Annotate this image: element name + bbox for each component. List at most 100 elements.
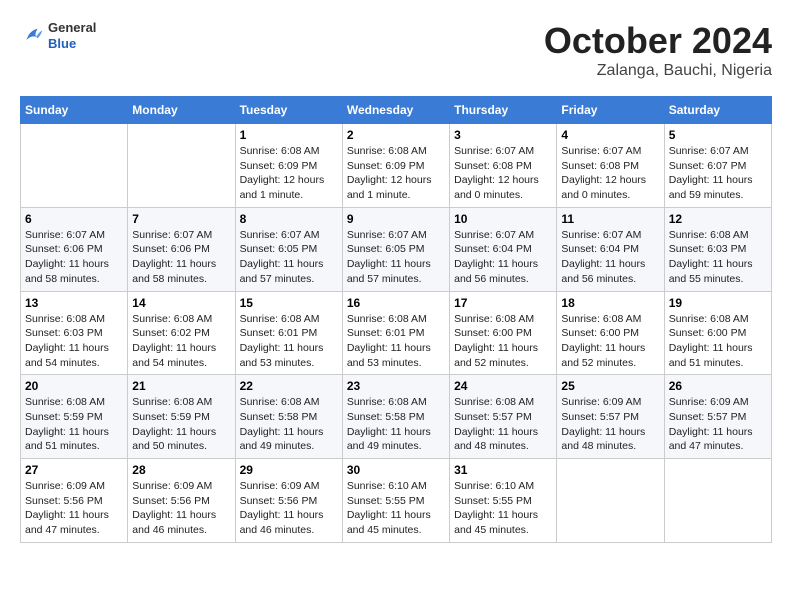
day-number: 11 <box>561 212 659 226</box>
day-number: 14 <box>132 296 230 310</box>
calendar-cell: 19Sunrise: 6:08 AM Sunset: 6:00 PM Dayli… <box>664 291 771 375</box>
calendar-cell <box>664 459 771 543</box>
page-title: October 2024 <box>544 20 772 62</box>
calendar-cell: 27 Sunrise: 6:09 AM Sunset: 5:56 PM Dayli… <box>21 459 128 543</box>
calendar-cell: 11 Sunrise: 6:07 AM Sunset: 6:04 PM Dayli… <box>557 207 664 291</box>
logo-text: General Blue <box>48 20 96 51</box>
calendar-cell: 29Sunrise: 6:09 AM Sunset: 5:56 PM Dayli… <box>235 459 342 543</box>
calendar-cell <box>21 124 128 208</box>
day-detail: Sunrise: 6:08 AM Sunset: 6:00 PM Dayligh… <box>454 312 552 371</box>
day-detail: Sunrise: 6:07 AM Sunset: 6:06 PM Dayligh… <box>132 228 230 287</box>
day-number: 9 <box>347 212 445 226</box>
day-number: 12 <box>669 212 767 226</box>
day-detail: Sunrise: 6:07 AM Sunset: 6:08 PM Dayligh… <box>454 144 552 203</box>
day-number: 23 <box>347 379 445 393</box>
day-detail: Sunrise: 6:08 AM Sunset: 6:00 PM Dayligh… <box>561 312 659 371</box>
calendar-cell: 26Sunrise: 6:09 AM Sunset: 5:57 PM Dayli… <box>664 375 771 459</box>
day-detail: Sunrise: 6:08 AM Sunset: 6:03 PM Dayligh… <box>25 312 123 371</box>
calendar-cell: 10Sunrise: 6:07 AM Sunset: 6:04 PM Dayli… <box>450 207 557 291</box>
calendar-cell: 13 Sunrise: 6:08 AM Sunset: 6:03 PM Dayli… <box>21 291 128 375</box>
calendar-header-row: SundayMondayTuesdayWednesdayThursdayFrid… <box>21 97 772 124</box>
day-detail: Sunrise: 6:07 AM Sunset: 6:05 PM Dayligh… <box>347 228 445 287</box>
day-detail: Sunrise: 6:08 AM Sunset: 5:57 PM Dayligh… <box>454 395 552 454</box>
calendar-cell: 5 Sunrise: 6:07 AM Sunset: 6:07 PM Daylig… <box>664 124 771 208</box>
day-detail: Sunrise: 6:07 AM Sunset: 6:05 PM Dayligh… <box>240 228 338 287</box>
day-number: 30 <box>347 463 445 477</box>
calendar-cell: 30 Sunrise: 6:10 AM Sunset: 5:55 PM Dayli… <box>342 459 449 543</box>
day-detail: Sunrise: 6:08 AM Sunset: 6:01 PM Dayligh… <box>240 312 338 371</box>
page-subtitle: Zalanga, Bauchi, Nigeria <box>544 62 772 80</box>
day-detail: Sunrise: 6:07 AM Sunset: 6:08 PM Dayligh… <box>561 144 659 203</box>
day-number: 4 <box>561 128 659 142</box>
day-detail: Sunrise: 6:08 AM Sunset: 6:09 PM Dayligh… <box>240 144 338 203</box>
logo-general-text: General <box>48 20 96 36</box>
calendar-week-row: 1 Sunrise: 6:08 AM Sunset: 6:09 PM Daylig… <box>21 124 772 208</box>
calendar-week-row: 6 Sunrise: 6:07 AM Sunset: 6:06 PM Daylig… <box>21 207 772 291</box>
day-detail: Sunrise: 6:07 AM Sunset: 6:04 PM Dayligh… <box>561 228 659 287</box>
day-detail: Sunrise: 6:08 AM Sunset: 6:01 PM Dayligh… <box>347 312 445 371</box>
page-header: General Blue October 2024 Zalanga, Bauch… <box>20 20 772 80</box>
day-number: 8 <box>240 212 338 226</box>
day-detail: Sunrise: 6:10 AM Sunset: 5:55 PM Dayligh… <box>454 479 552 538</box>
day-number: 17 <box>454 296 552 310</box>
calendar-cell: 3 Sunrise: 6:07 AM Sunset: 6:08 PM Daylig… <box>450 124 557 208</box>
day-detail: Sunrise: 6:08 AM Sunset: 6:03 PM Dayligh… <box>669 228 767 287</box>
day-number: 27 <box>25 463 123 477</box>
day-number: 16 <box>347 296 445 310</box>
day-number: 6 <box>25 212 123 226</box>
calendar-cell: 24Sunrise: 6:08 AM Sunset: 5:57 PM Dayli… <box>450 375 557 459</box>
day-number: 21 <box>132 379 230 393</box>
day-number: 19 <box>669 296 767 310</box>
calendar-header-saturday: Saturday <box>664 97 771 124</box>
day-number: 5 <box>669 128 767 142</box>
day-number: 28 <box>132 463 230 477</box>
calendar-cell: 12 Sunrise: 6:08 AM Sunset: 6:03 PM Dayli… <box>664 207 771 291</box>
calendar-cell: 1 Sunrise: 6:08 AM Sunset: 6:09 PM Daylig… <box>235 124 342 208</box>
day-number: 7 <box>132 212 230 226</box>
day-detail: Sunrise: 6:09 AM Sunset: 5:56 PM Dayligh… <box>132 479 230 538</box>
day-detail: Sunrise: 6:08 AM Sunset: 6:02 PM Dayligh… <box>132 312 230 371</box>
title-block: October 2024 Zalanga, Bauchi, Nigeria <box>544 20 772 80</box>
calendar-header-monday: Monday <box>128 97 235 124</box>
logo-blue-text: Blue <box>48 36 96 52</box>
day-number: 29 <box>240 463 338 477</box>
day-number: 25 <box>561 379 659 393</box>
calendar-cell: 9 Sunrise: 6:07 AM Sunset: 6:05 PM Daylig… <box>342 207 449 291</box>
calendar-cell: 23 Sunrise: 6:08 AM Sunset: 5:58 PM Dayli… <box>342 375 449 459</box>
day-number: 18 <box>561 296 659 310</box>
day-detail: Sunrise: 6:07 AM Sunset: 6:07 PM Dayligh… <box>669 144 767 203</box>
calendar-cell: 14 Sunrise: 6:08 AM Sunset: 6:02 PM Dayli… <box>128 291 235 375</box>
calendar-cell: 17 Sunrise: 6:08 AM Sunset: 6:00 PM Dayli… <box>450 291 557 375</box>
day-number: 20 <box>25 379 123 393</box>
calendar-week-row: 20Sunrise: 6:08 AM Sunset: 5:59 PM Dayli… <box>21 375 772 459</box>
calendar-cell: 2Sunrise: 6:08 AM Sunset: 6:09 PM Daylig… <box>342 124 449 208</box>
day-number: 31 <box>454 463 552 477</box>
calendar-cell: 25Sunrise: 6:09 AM Sunset: 5:57 PM Dayli… <box>557 375 664 459</box>
calendar-header-tuesday: Tuesday <box>235 97 342 124</box>
day-number: 10 <box>454 212 552 226</box>
day-number: 26 <box>669 379 767 393</box>
calendar-cell: 8 Sunrise: 6:07 AM Sunset: 6:05 PM Daylig… <box>235 207 342 291</box>
calendar-cell: 21Sunrise: 6:08 AM Sunset: 5:59 PM Dayli… <box>128 375 235 459</box>
day-detail: Sunrise: 6:09 AM Sunset: 5:56 PM Dayligh… <box>25 479 123 538</box>
calendar-cell: 16 Sunrise: 6:08 AM Sunset: 6:01 PM Dayli… <box>342 291 449 375</box>
day-detail: Sunrise: 6:08 AM Sunset: 6:09 PM Dayligh… <box>347 144 445 203</box>
calendar-header-wednesday: Wednesday <box>342 97 449 124</box>
calendar-cell: 4 Sunrise: 6:07 AM Sunset: 6:08 PM Daylig… <box>557 124 664 208</box>
day-detail: Sunrise: 6:07 AM Sunset: 6:06 PM Dayligh… <box>25 228 123 287</box>
day-detail: Sunrise: 6:08 AM Sunset: 5:58 PM Dayligh… <box>240 395 338 454</box>
day-number: 1 <box>240 128 338 142</box>
day-detail: Sunrise: 6:10 AM Sunset: 5:55 PM Dayligh… <box>347 479 445 538</box>
calendar-cell: 31 Sunrise: 6:10 AM Sunset: 5:55 PM Dayli… <box>450 459 557 543</box>
calendar-header-friday: Friday <box>557 97 664 124</box>
day-number: 13 <box>25 296 123 310</box>
logo-bird-icon <box>20 24 44 48</box>
day-number: 3 <box>454 128 552 142</box>
calendar-cell: 7 Sunrise: 6:07 AM Sunset: 6:06 PM Daylig… <box>128 207 235 291</box>
calendar-table: SundayMondayTuesdayWednesdayThursdayFrid… <box>20 96 772 543</box>
calendar-header-thursday: Thursday <box>450 97 557 124</box>
day-detail: Sunrise: 6:08 AM Sunset: 5:58 PM Dayligh… <box>347 395 445 454</box>
calendar-cell: 28 Sunrise: 6:09 AM Sunset: 5:56 PM Dayli… <box>128 459 235 543</box>
calendar-cell: 18 Sunrise: 6:08 AM Sunset: 6:00 PM Dayli… <box>557 291 664 375</box>
calendar-cell: 20Sunrise: 6:08 AM Sunset: 5:59 PM Dayli… <box>21 375 128 459</box>
